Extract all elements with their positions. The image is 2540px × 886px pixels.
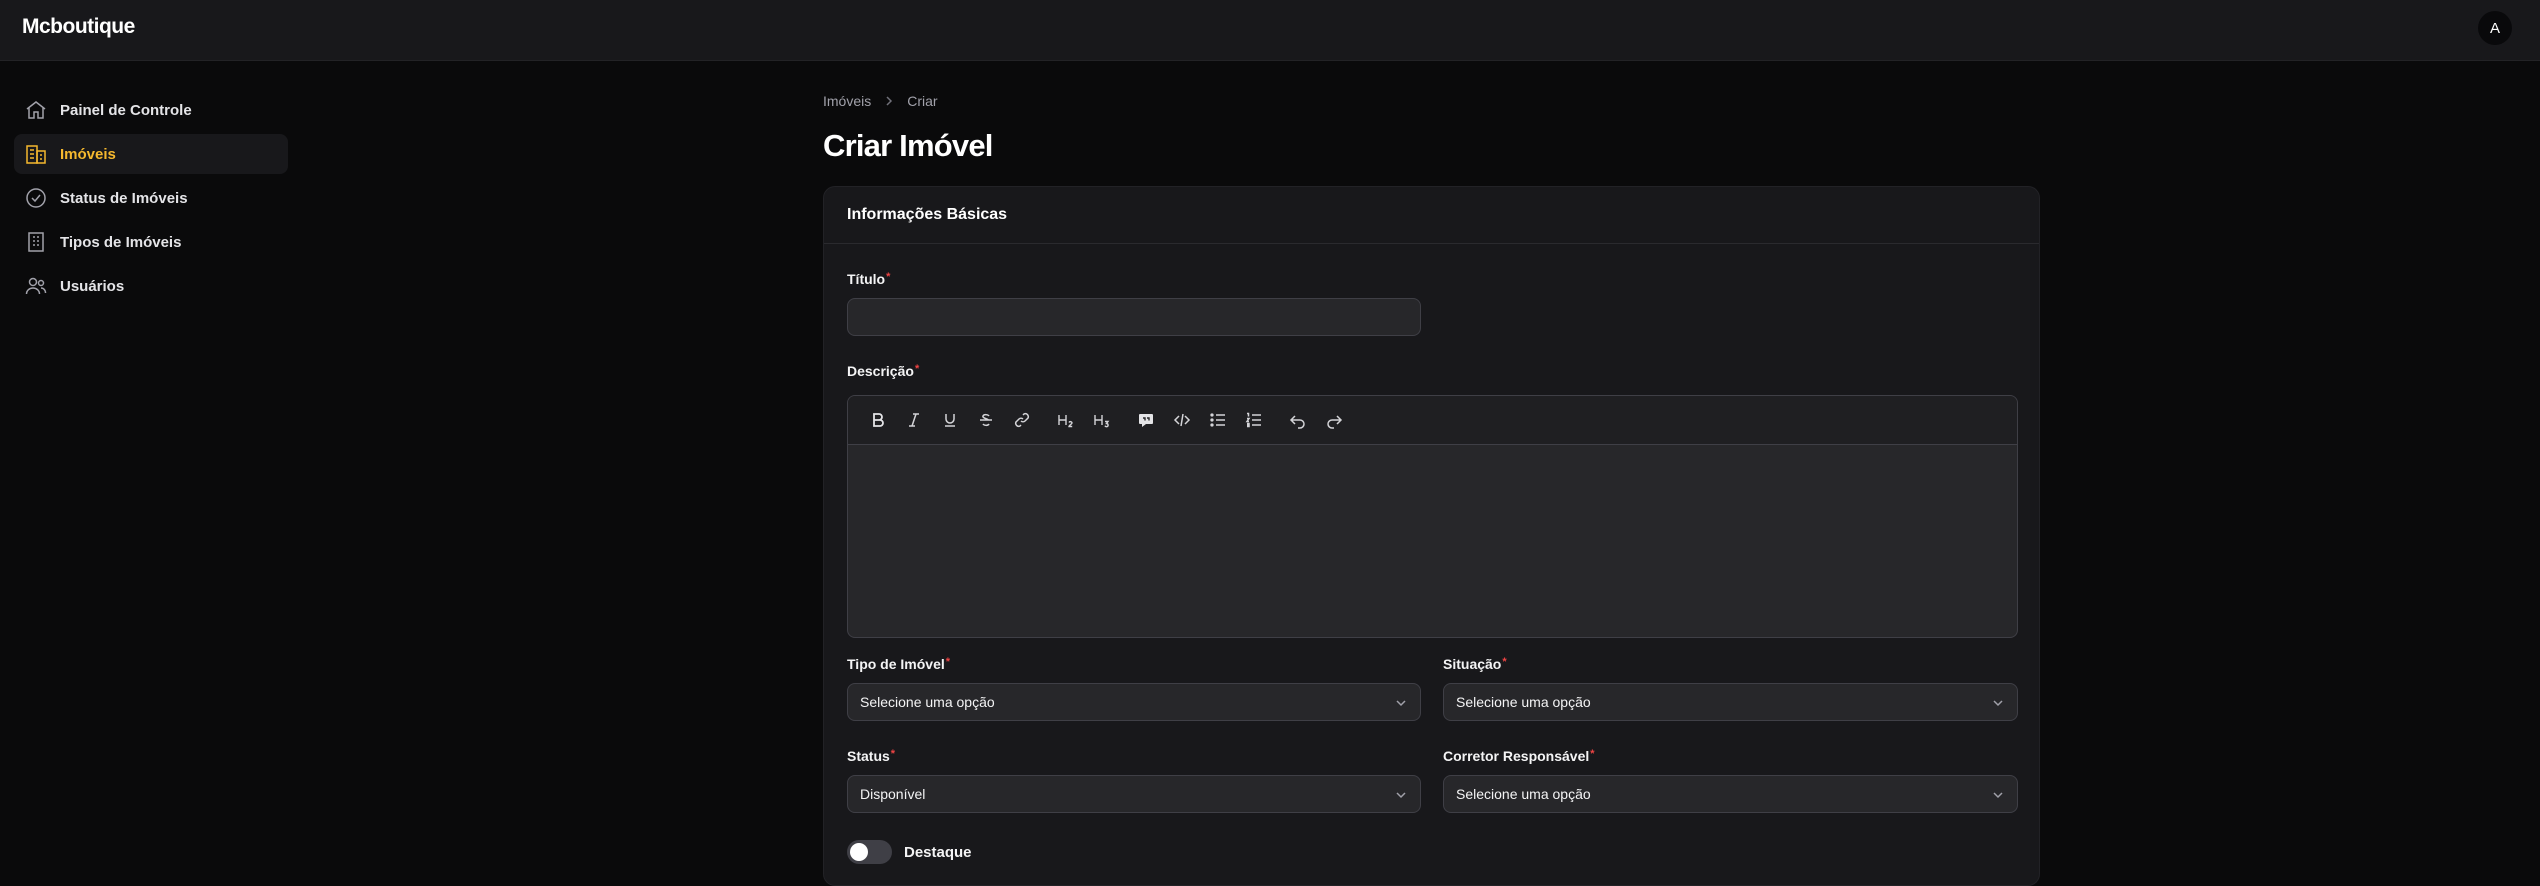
main-content: Imóveis Criar Criar Imóvel Informações B… xyxy=(823,90,2040,886)
chevron-down-icon xyxy=(1394,696,1408,710)
titulo-label: Título* xyxy=(847,271,891,287)
form-card-informacoes-basicas: Informações Básicas Título* Descrição* T… xyxy=(823,186,2040,886)
ordered-list-icon[interactable] xyxy=(1236,405,1272,435)
select-value: Disponível xyxy=(860,786,926,802)
bold-icon[interactable] xyxy=(860,405,896,435)
situacao-label: Situação* xyxy=(1443,656,1507,672)
destaque-toggle[interactable] xyxy=(847,840,892,864)
select-value: Selecione uma opção xyxy=(1456,694,1591,710)
titulo-input[interactable] xyxy=(847,298,1421,336)
corretor-responsavel-select[interactable]: Selecione uma opção xyxy=(1443,775,2018,813)
section-title: Informações Básicas xyxy=(824,187,2039,244)
sidebar-item-imoveis[interactable]: Imóveis xyxy=(14,134,288,174)
top-navbar: Mcboutique A xyxy=(0,0,2540,61)
toggle-knob xyxy=(850,843,868,861)
required-marker: * xyxy=(1502,656,1507,668)
page-title: Criar Imóvel xyxy=(823,128,993,163)
bullet-list-icon[interactable] xyxy=(1200,405,1236,435)
chevron-right-icon xyxy=(883,95,895,107)
breadcrumb: Imóveis Criar xyxy=(823,90,2040,112)
editor-toolbar xyxy=(848,396,2017,445)
blockquote-icon[interactable] xyxy=(1128,405,1164,435)
breadcrumb-link-imoveis[interactable]: Imóveis xyxy=(823,93,871,109)
chevron-down-icon xyxy=(1394,788,1408,802)
required-marker: * xyxy=(1590,748,1595,760)
required-marker: * xyxy=(886,271,891,283)
sidebar: Painel de Controle Imóveis Status de Imó… xyxy=(14,90,288,310)
sidebar-item-status-de-imoveis[interactable]: Status de Imóveis xyxy=(14,178,288,218)
required-marker: * xyxy=(890,748,896,760)
strikethrough-icon[interactable] xyxy=(968,405,1004,435)
sidebar-item-usuarios[interactable]: Usuários xyxy=(14,266,288,306)
sidebar-item-label: Tipos de Imóveis xyxy=(60,233,182,251)
required-marker: * xyxy=(914,363,920,375)
descricao-rich-text-editor[interactable] xyxy=(847,395,2018,638)
select-value: Selecione uma opção xyxy=(860,694,995,710)
user-avatar[interactable]: A xyxy=(2478,11,2512,45)
descricao-label: Descrição* xyxy=(847,363,920,379)
redo-icon[interactable] xyxy=(1316,405,1352,435)
corretor-responsavel-label: Corretor Responsável* xyxy=(1443,748,1595,764)
destaque-label: Destaque xyxy=(904,843,972,861)
code-block-icon[interactable] xyxy=(1164,405,1200,435)
sidebar-item-painel-de-controle[interactable]: Painel de Controle xyxy=(14,90,288,130)
office-building-icon xyxy=(24,230,48,254)
tipo-de-imovel-label: Tipo de Imóvel* xyxy=(847,656,951,672)
editor-content-area[interactable] xyxy=(848,445,2017,637)
underline-icon[interactable] xyxy=(932,405,968,435)
sidebar-item-label: Usuários xyxy=(60,277,125,295)
undo-icon[interactable] xyxy=(1280,405,1316,435)
heading-2-icon[interactable] xyxy=(1048,405,1084,435)
users-icon xyxy=(24,274,48,298)
heading-3-icon[interactable] xyxy=(1084,405,1120,435)
building-icon xyxy=(24,142,48,166)
sidebar-item-label: Painel de Controle xyxy=(60,101,192,119)
home-icon xyxy=(24,98,48,122)
tipo-de-imovel-select[interactable]: Selecione uma opção xyxy=(847,683,1421,721)
breadcrumb-current: Criar xyxy=(907,93,938,109)
link-icon[interactable] xyxy=(1004,405,1040,435)
chevron-down-icon xyxy=(1991,696,2005,710)
sidebar-item-tipos-de-imoveis[interactable]: Tipos de Imóveis xyxy=(14,222,288,262)
status-label: Status* xyxy=(847,748,896,764)
chevron-down-icon xyxy=(1991,788,2005,802)
select-value: Selecione uma opção xyxy=(1456,786,1591,802)
destaque-toggle-row: Destaque xyxy=(847,840,972,864)
required-marker: * xyxy=(945,656,951,668)
sidebar-item-label: Imóveis xyxy=(60,145,116,163)
italic-icon[interactable] xyxy=(896,405,932,435)
check-circle-icon xyxy=(24,186,48,210)
sidebar-item-label: Status de Imóveis xyxy=(60,189,188,207)
brand-logo[interactable]: Mcboutique xyxy=(22,15,135,39)
status-select[interactable]: Disponível xyxy=(847,775,1421,813)
situacao-select[interactable]: Selecione uma opção xyxy=(1443,683,2018,721)
